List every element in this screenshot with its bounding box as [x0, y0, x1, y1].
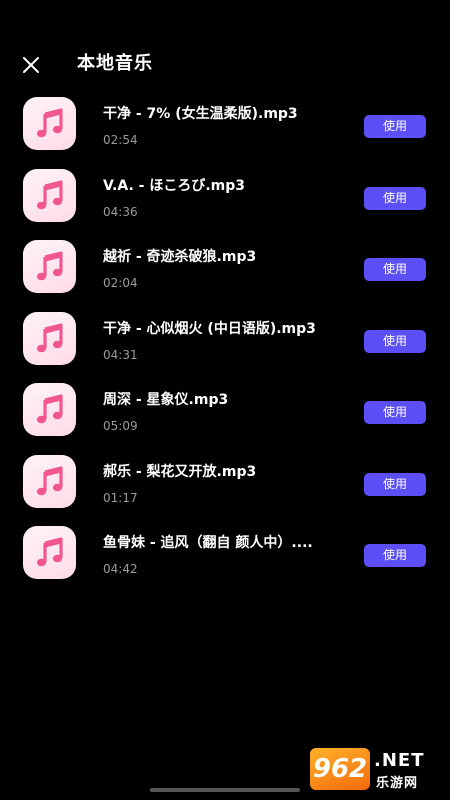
list-item[interactable]: 鱼骨妹 - 追风（翻自 颜人中）.... 04:42 使用	[0, 526, 450, 598]
use-button[interactable]: 使用	[364, 186, 426, 210]
music-note-icon	[36, 251, 63, 281]
music-note-icon	[36, 465, 63, 495]
watermark-site-name: 乐游网	[376, 776, 419, 791]
list-item[interactable]: 越祈 - 奇迹杀破狼.mp3 02:04 使用	[0, 240, 450, 312]
list-item[interactable]: 干净 - 心似烟火 (中日语版).mp3 04:31 使用	[0, 311, 450, 384]
song-duration: 04:31	[103, 347, 138, 362]
music-note-icon	[36, 179, 63, 209]
song-duration: 04:42	[103, 562, 138, 576]
list-item[interactable]: 周深 - 星象仪.mp3 05:09 使用	[0, 383, 450, 455]
watermark-logo-mark: 962	[310, 748, 370, 790]
music-note-icon	[36, 108, 63, 138]
music-note-icon	[36, 537, 63, 567]
song-title: 越祈 - 奇迹杀破狼.mp3	[103, 249, 257, 265]
song-title: V.A. - ほころび.mp3	[103, 177, 245, 194]
list-item[interactable]: V.A. - ほころび.mp3 04:36 使用	[0, 168, 450, 241]
song-duration: 02:04	[103, 276, 138, 290]
watermark-net: .NET	[374, 750, 425, 771]
song-title: 周深 - 星象仪.mp3	[103, 392, 229, 408]
song-title: 鱼骨妹 - 追风（翻自 颜人中）....	[103, 535, 313, 551]
song-thumbnail	[23, 526, 76, 579]
song-title: 干净 - 7% (女生温柔版).mp3	[103, 106, 298, 122]
song-thumbnail	[23, 454, 76, 508]
use-button[interactable]: 使用	[364, 258, 426, 281]
header-bar: 本地音乐	[0, 44, 450, 84]
song-thumbnail	[23, 240, 76, 293]
song-duration: 01:17	[103, 490, 138, 505]
song-title: 干净 - 心似烟火 (中日语版).mp3	[103, 320, 316, 337]
music-note-icon	[36, 322, 63, 352]
song-thumbnail	[23, 97, 76, 150]
home-indicator[interactable]	[150, 788, 300, 792]
list-item[interactable]: 郝乐 - 梨花又开放.mp3 01:17 使用	[0, 454, 450, 527]
page-title: 本地音乐	[77, 53, 153, 74]
music-note-icon	[36, 394, 63, 424]
song-thumbnail	[23, 311, 76, 365]
watermark-logo: 962 .NET 乐游网	[310, 748, 444, 792]
use-button[interactable]: 使用	[364, 329, 426, 353]
use-button[interactable]: 使用	[364, 401, 426, 424]
close-button[interactable]	[18, 52, 44, 78]
use-button[interactable]: 使用	[364, 472, 426, 496]
song-duration: 02:54	[103, 133, 138, 147]
list-item[interactable]: 干净 - 7% (女生温柔版).mp3 02:54 使用	[0, 97, 450, 169]
close-icon	[23, 57, 39, 73]
song-title: 郝乐 - 梨花又开放.mp3	[103, 463, 257, 480]
song-duration: 05:09	[103, 419, 138, 433]
song-list: 干净 - 7% (女生温柔版).mp3 02:54 使用 V.A. - ほころび.mp…	[0, 97, 450, 598]
use-button[interactable]: 使用	[364, 544, 426, 567]
song-thumbnail	[23, 168, 76, 222]
song-thumbnail	[23, 383, 76, 436]
use-button[interactable]: 使用	[364, 115, 426, 138]
song-duration: 04:36	[103, 204, 138, 219]
